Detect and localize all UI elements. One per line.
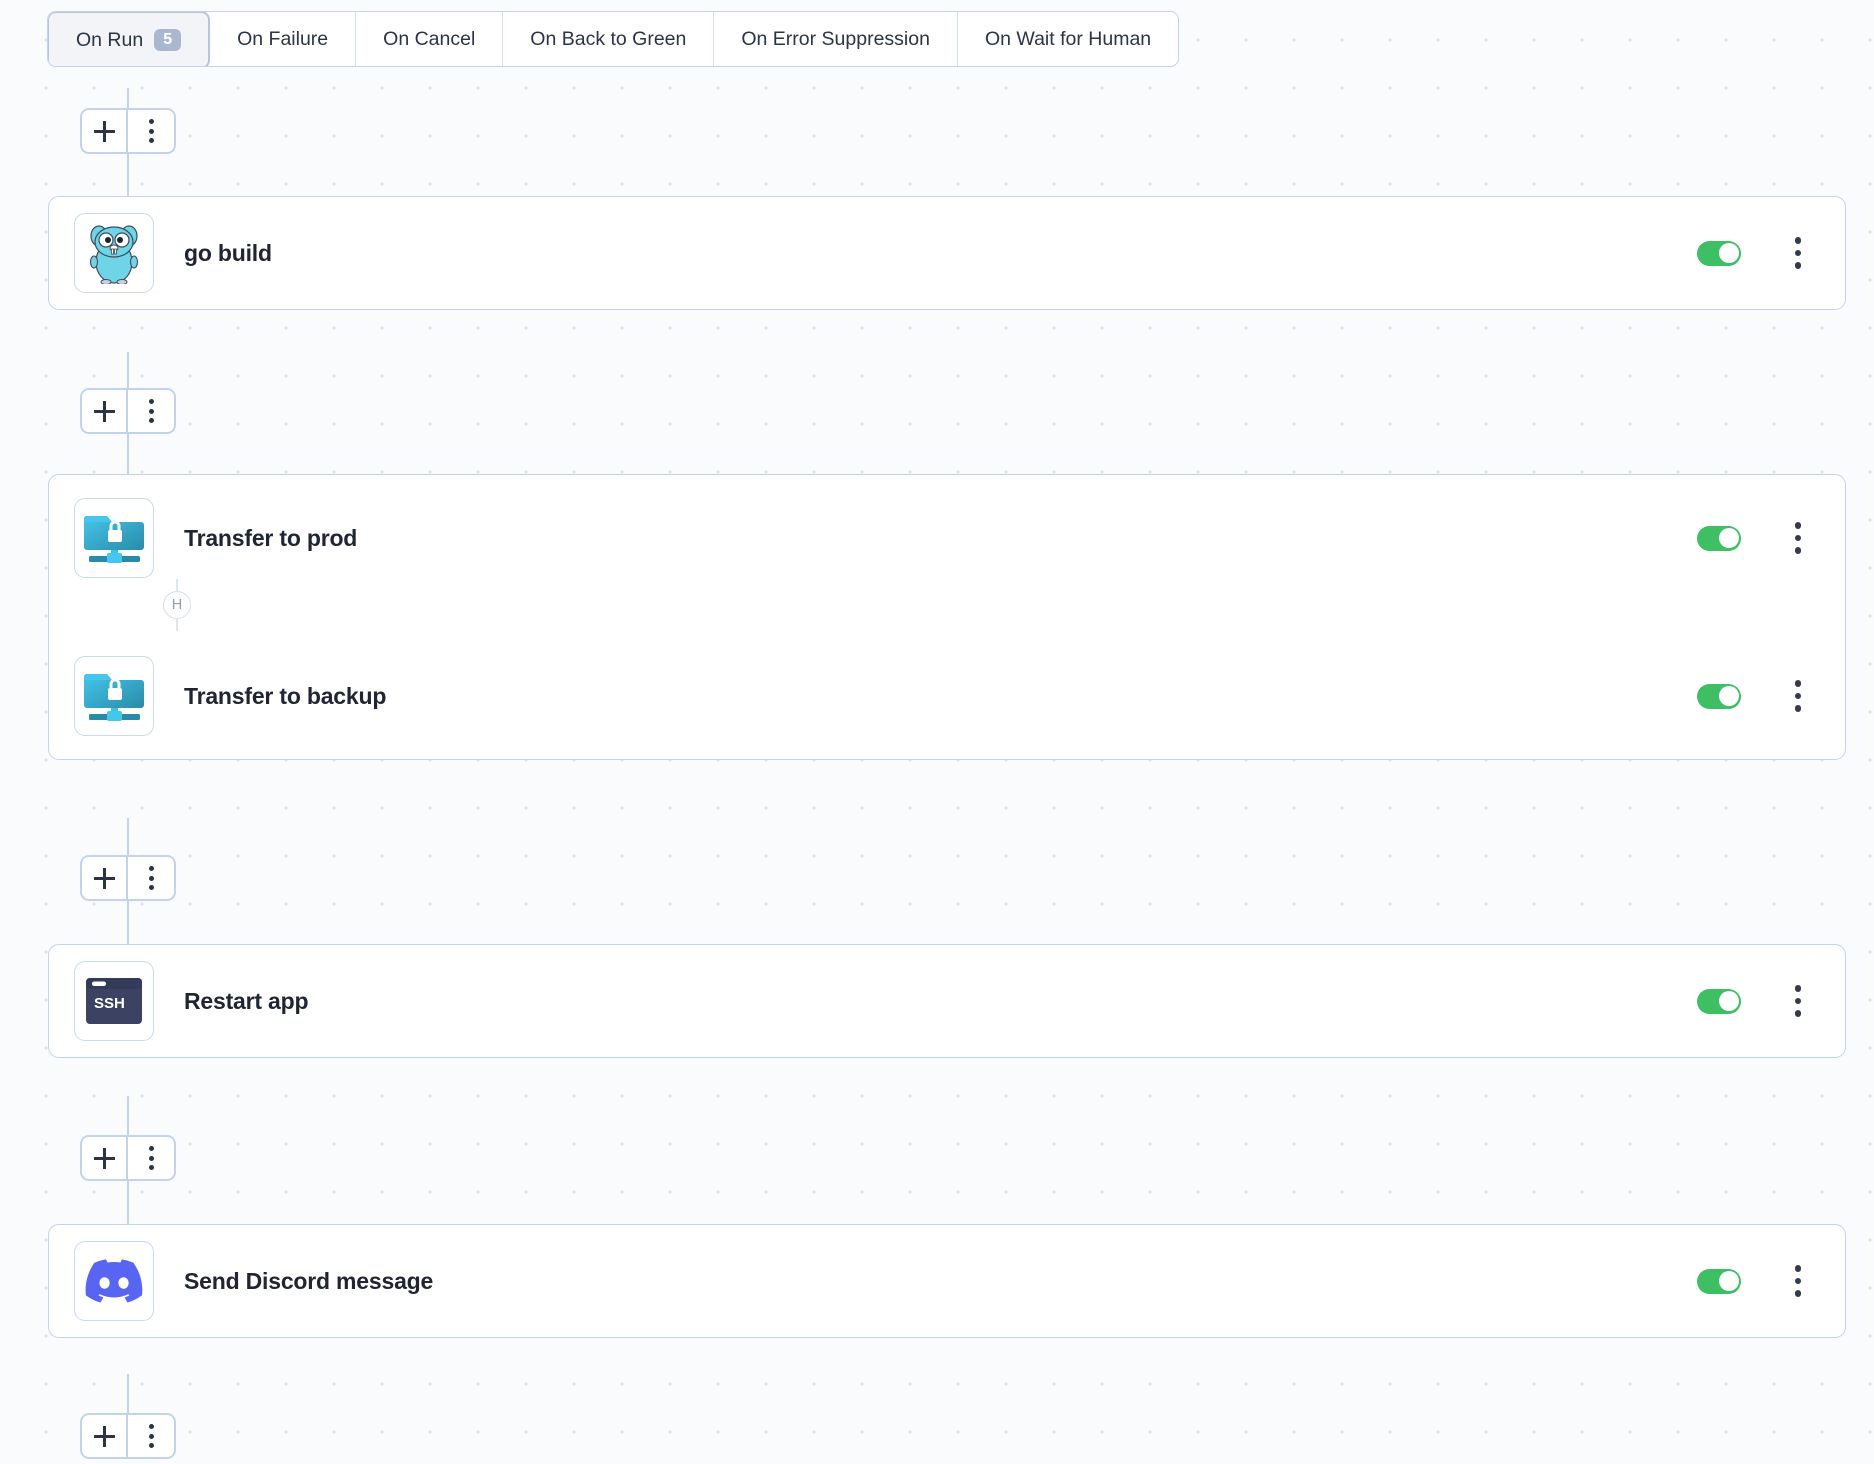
task-label: Restart app: [184, 988, 1697, 1015]
plus-icon: [94, 1426, 115, 1447]
vertical-dots-icon: [149, 1424, 154, 1448]
tab-on-cancel-label: On Cancel: [383, 28, 475, 51]
ssh-terminal-icon: SSH: [74, 961, 154, 1041]
tab-on-error-suppression[interactable]: On Error Suppression: [714, 12, 958, 66]
task-row[interactable]: go build: [49, 197, 1845, 309]
vertical-dots-icon: [1795, 522, 1802, 554]
toolbar-menu-button[interactable]: [128, 1137, 174, 1179]
step-card-go-build[interactable]: go build: [48, 196, 1846, 310]
discord-logo-icon: [74, 1241, 154, 1321]
plus-icon: [94, 1148, 115, 1169]
step-card-send-discord-message[interactable]: Send Discord message: [48, 1224, 1846, 1338]
connector-stub: [176, 579, 178, 591]
add-step-toolbar: [80, 1413, 176, 1459]
svg-text:SSH: SSH: [94, 995, 125, 1012]
tab-on-run-label: On Run: [76, 29, 143, 52]
vertical-dots-icon: [1795, 237, 1802, 269]
task-menu-button[interactable]: [1783, 237, 1813, 269]
task-enabled-toggle[interactable]: [1697, 684, 1741, 709]
tab-on-wait-for-human[interactable]: On Wait for Human: [958, 12, 1178, 66]
step-handoff-connector: H: [159, 579, 195, 631]
task-row[interactable]: Transfer to prod: [49, 475, 1845, 585]
toolbar-menu-button[interactable]: [128, 1415, 174, 1457]
tab-on-back-to-green-label: On Back to Green: [530, 28, 686, 51]
task-row[interactable]: Transfer to backup: [49, 649, 1845, 759]
add-step-button[interactable]: [82, 857, 128, 899]
add-step-toolbar: [80, 108, 176, 154]
task-label: go build: [184, 240, 1697, 267]
vertical-dots-icon: [1795, 680, 1802, 712]
plus-icon: [94, 868, 115, 889]
toolbar-menu-button[interactable]: [128, 390, 174, 432]
task-label: Transfer to prod: [184, 525, 1697, 552]
toolbar-menu-button[interactable]: [128, 857, 174, 899]
tab-on-run[interactable]: On Run 5: [47, 11, 210, 67]
add-step-button[interactable]: [82, 1415, 128, 1457]
task-row[interactable]: Send Discord message: [49, 1225, 1845, 1337]
add-step-button[interactable]: [82, 110, 128, 152]
sftp-lock-monitor-icon: [74, 498, 154, 578]
vertical-dots-icon: [1795, 1265, 1802, 1297]
add-step-toolbar: [80, 1135, 176, 1181]
task-enabled-toggle[interactable]: [1697, 526, 1741, 551]
tab-on-back-to-green[interactable]: On Back to Green: [503, 12, 714, 66]
task-label: Transfer to backup: [184, 683, 1697, 710]
task-enabled-toggle[interactable]: [1697, 1269, 1741, 1294]
vertical-dots-icon: [149, 119, 154, 143]
tab-on-failure[interactable]: On Failure: [210, 12, 356, 66]
add-step-button[interactable]: [82, 1137, 128, 1179]
task-label: Send Discord message: [184, 1268, 1697, 1295]
task-menu-button[interactable]: [1783, 1265, 1813, 1297]
add-step-button[interactable]: [82, 390, 128, 432]
task-enabled-toggle[interactable]: [1697, 989, 1741, 1014]
go-gopher-icon: [74, 213, 154, 293]
vertical-dots-icon: [149, 866, 154, 890]
task-menu-button[interactable]: [1783, 522, 1813, 554]
tab-on-run-badge: 5: [154, 29, 181, 51]
tab-on-wait-for-human-label: On Wait for Human: [985, 28, 1151, 51]
vertical-dots-icon: [1795, 985, 1802, 1017]
step-card-transfers[interactable]: Transfer to prod H: [48, 474, 1846, 760]
sftp-lock-monitor-icon: [74, 656, 154, 736]
plus-icon: [94, 121, 115, 142]
task-enabled-toggle[interactable]: [1697, 241, 1741, 266]
task-row[interactable]: SSH Restart app: [49, 945, 1845, 1057]
plus-icon: [94, 401, 115, 422]
connector-stub: [176, 619, 178, 631]
tab-on-cancel[interactable]: On Cancel: [356, 12, 503, 66]
add-step-toolbar: [80, 855, 176, 901]
step-card-restart-app[interactable]: SSH Restart app: [48, 944, 1846, 1058]
add-step-toolbar: [80, 388, 176, 434]
task-menu-button[interactable]: [1783, 680, 1813, 712]
tab-on-error-suppression-label: On Error Suppression: [741, 28, 930, 51]
vertical-dots-icon: [149, 1146, 154, 1170]
pipeline-trigger-tabs: On Run 5 On Failure On Cancel On Back to…: [47, 11, 1179, 67]
vertical-dots-icon: [149, 399, 154, 423]
toolbar-menu-button[interactable]: [128, 110, 174, 152]
handoff-badge[interactable]: H: [163, 591, 191, 619]
tab-on-failure-label: On Failure: [237, 28, 328, 51]
task-menu-button[interactable]: [1783, 985, 1813, 1017]
